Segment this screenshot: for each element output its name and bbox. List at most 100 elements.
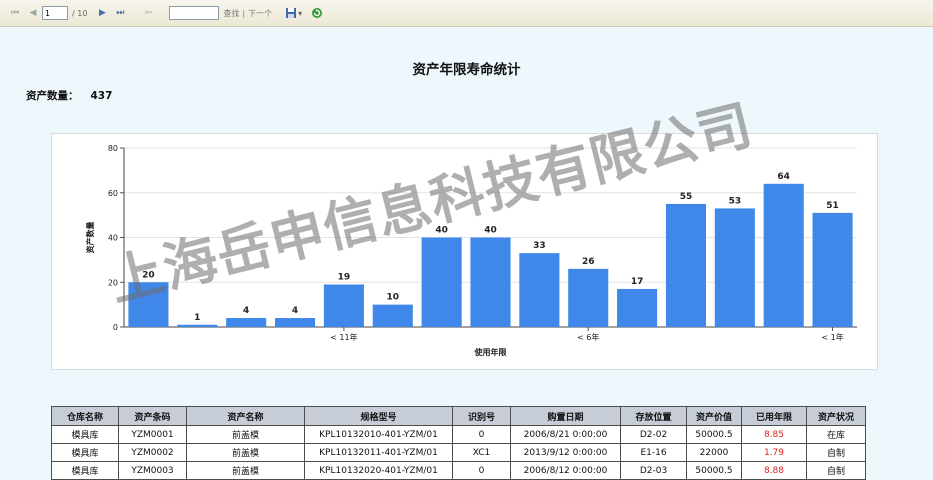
column-header: 已用年限 — [741, 406, 807, 426]
chart-bar — [274, 318, 316, 327]
table-row[interactable]: 模具库 YZM0003 前盖模 KPL10132020-401-YZM/01 0 2006… — [51, 461, 866, 480]
find-next-link[interactable]: 下一个 — [248, 8, 272, 19]
bar-value-label: 19 — [338, 272, 351, 282]
table-cell: 22000 — [686, 443, 742, 462]
bar-value-label: 51 — [826, 201, 839, 211]
table-cell: YZM0003 — [118, 461, 187, 480]
y-tick-label: 80 — [108, 144, 118, 153]
find-input[interactable] — [169, 6, 220, 20]
report-toolbar: ⏮ ◀ / 10 ▶ ⏭ ⇦ 查找 | 下一个 ▾ — [0, 0, 933, 27]
chart-bar — [812, 212, 853, 327]
x-axis-title: 使用年限 — [474, 347, 507, 357]
table-cell: 自制 — [806, 443, 866, 462]
y-tick-label: 40 — [108, 234, 118, 243]
page-title: 资产年限寿命统计 — [412, 62, 521, 78]
chart-bar — [421, 237, 462, 327]
bar-value-label: 20 — [142, 270, 155, 280]
table-cell: 前盖模 — [186, 425, 305, 444]
column-header: 资产价值 — [686, 406, 742, 426]
column-header: 资产名称 — [186, 406, 305, 426]
table-cell: 2013/9/12 0:00:00 — [510, 443, 621, 462]
chart-bar — [470, 237, 511, 327]
table-cell: D2-03 — [620, 461, 687, 480]
x-tick-label: < 1年 — [821, 332, 843, 342]
table-header-row: 仓库名称 资产条码 资产名称 规格型号 识别号 购置日期 存放位置 资产价值 已用年限 资产状况 — [51, 406, 866, 426]
chart-bar — [323, 284, 364, 327]
x-tick-label: < 6年 — [577, 332, 599, 342]
chart-bar — [226, 318, 267, 327]
table-cell: XC1 — [452, 443, 511, 462]
bar-value-label: 4 — [243, 306, 249, 316]
asset-count-value: 437 — [90, 90, 113, 102]
table-cell: 2006/8/12 0:00:00 — [510, 461, 621, 480]
back-icon[interactable]: ⇦ — [141, 6, 155, 20]
table-cell: KPL10132011-401-YZM/01 — [304, 443, 453, 462]
column-header: 识别号 — [452, 406, 511, 426]
asset-table: 仓库名称 资产条码 资产名称 规格型号 识别号 购置日期 存放位置 资产价值 已用年限 资产状况 … — [51, 406, 866, 480]
bar-value-label: 40 — [484, 226, 497, 236]
column-header: 规格型号 — [304, 406, 453, 426]
last-page-icon[interactable]: ⏭ — [113, 6, 127, 20]
chart-bar — [128, 282, 169, 327]
bar-value-label: 55 — [680, 192, 693, 202]
y-tick-label: 0 — [113, 323, 118, 332]
chart-bar — [568, 268, 609, 327]
column-header: 购置日期 — [510, 406, 621, 426]
table-cell: 模具库 — [51, 443, 119, 462]
column-header: 存放位置 — [620, 406, 687, 426]
first-page-icon[interactable]: ⏮ — [8, 6, 22, 20]
chart-bar — [665, 203, 707, 327]
table-cell: 50000.5 — [686, 461, 742, 480]
next-page-icon[interactable]: ▶ — [95, 6, 109, 20]
page-number-input[interactable] — [42, 6, 68, 20]
bar-value-label: 1 — [194, 313, 200, 323]
chart-bar — [519, 253, 560, 327]
find-link[interactable]: 查找 — [223, 8, 239, 19]
bar-value-label: 26 — [582, 257, 595, 267]
bar-value-label: 10 — [387, 293, 400, 303]
chart-bar — [617, 288, 658, 327]
table-cell: 50000.5 — [686, 425, 742, 444]
asset-count-label: 资产数量： — [26, 90, 79, 102]
chart-bar — [177, 324, 218, 327]
table-cell: 8.85 — [741, 425, 807, 444]
asset-life-chart: 0 20 40 60 80 20 1 4 4 19 10 40 40 33 26 17 55 53 64 51 < 11… — [51, 133, 878, 370]
chevron-down-icon[interactable]: ▾ — [298, 9, 302, 18]
save-export-icon[interactable] — [284, 6, 298, 20]
column-header: 仓库名称 — [51, 406, 119, 426]
table-cell: 0 — [452, 461, 511, 480]
table-cell: 0 — [452, 425, 511, 444]
y-axis-title: 资产数量 — [85, 222, 95, 254]
prev-page-icon[interactable]: ◀ — [26, 6, 40, 20]
table-cell: 前盖模 — [186, 461, 305, 480]
table-cell: 8.88 — [741, 461, 807, 480]
table-cell: 前盖模 — [186, 443, 305, 462]
table-cell: YZM0002 — [118, 443, 187, 462]
bar-value-label: 4 — [292, 306, 298, 316]
table-cell: 自制 — [806, 461, 866, 480]
bar-value-label: 17 — [631, 277, 644, 287]
y-tick-label: 60 — [108, 189, 118, 198]
bar-value-label: 64 — [777, 172, 790, 182]
table-cell: KPL10132010-401-YZM/01 — [304, 425, 453, 444]
table-row[interactable]: 模具库 YZM0001 前盖模 KPL10132010-401-YZM/01 0 2006… — [51, 425, 866, 444]
bar-value-label: 33 — [533, 241, 546, 251]
chart-bar — [372, 304, 413, 327]
table-cell: 2006/8/21 0:00:00 — [510, 425, 621, 444]
table-cell: 在库 — [806, 425, 866, 444]
refresh-icon[interactable] — [310, 6, 324, 20]
chart-svg: 0 20 40 60 80 20 1 4 4 19 10 40 40 33 26 17 55 53 64 51 < 11… — [85, 144, 857, 357]
chart-bar — [714, 208, 755, 327]
column-header: 资产状况 — [806, 406, 866, 426]
y-tick-label: 20 — [108, 278, 118, 287]
table-row[interactable]: 模具库 YZM0002 前盖模 KPL10132011-401-YZM/01 XC1 20… — [51, 443, 866, 462]
find-separator: | — [242, 8, 246, 18]
table-cell: YZM0001 — [118, 425, 187, 444]
column-header: 资产条码 — [118, 406, 187, 426]
bar-value-label: 53 — [729, 196, 742, 206]
table-cell: 1.79 — [741, 443, 807, 462]
asset-count: 资产数量： 437 — [26, 88, 112, 103]
table-cell: D2-02 — [620, 425, 687, 444]
table-cell: E1-16 — [620, 443, 687, 462]
page-total: / 10 — [72, 8, 88, 18]
